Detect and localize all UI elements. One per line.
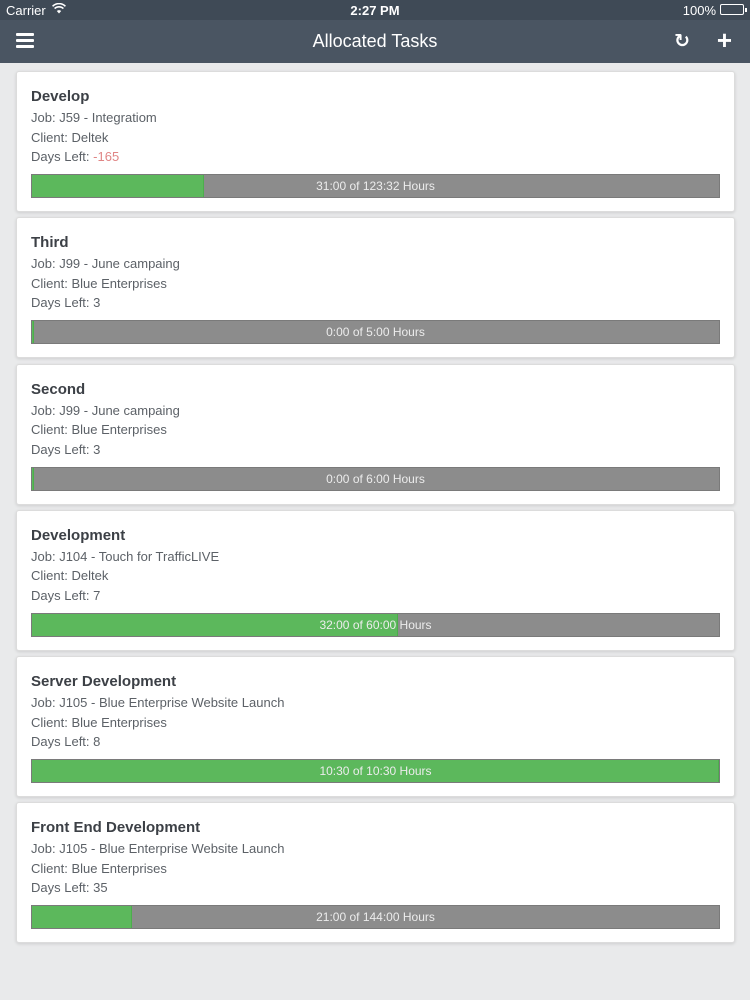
task-card[interactable]: Development Job: J104 - Touch for Traffi… [16,509,735,651]
battery-icon [720,4,747,15]
task-card[interactable]: Develop Job: J59 - Integratiom Client: D… [16,71,735,212]
task-card[interactable]: Front End Development Job: J105 - Blue E… [16,802,735,944]
task-name: Front End Development [31,819,201,837]
task-days-left: Days Left: 8 [31,734,101,750]
task-card[interactable]: Second Job: J99 - June campaing Client: … [16,363,735,505]
task-client: Client: Deltek [31,129,109,145]
hours-progress-bar: 10:30 of 10:30 Hours [31,759,720,784]
task-days-left: Days Left: 3 [31,295,101,311]
page-title: Allocated Tasks [312,31,438,51]
task-job: Job: J105 - Blue Enterprise Website Laun… [31,695,285,711]
task-client: Client: Deltek [31,568,109,584]
task-days-left: Days Left: -165 [31,149,120,164]
hours-progress-bar: 31:00 of 123:32 Hours [31,174,720,198]
progress-label: 21:00 of 144:00 Hours [316,910,435,925]
task-list: Develop Job: J59 - Integratiom Client: D… [16,71,735,949]
progress-label: 10:30 of 10:30 Hours [319,764,432,779]
task-client: Client: Blue Enterprises [31,860,167,876]
task-job: Job: J99 - June campaing [31,402,180,418]
task-client: Client: Blue Enterprises [31,714,167,730]
task-days-left: Days Left: 7 [31,587,101,603]
task-client: Client: Blue Enterprises [31,275,167,291]
task-job: Job: J59 - Integratiom [31,110,157,125]
task-client: Client: Blue Enterprises [31,422,167,438]
task-card[interactable]: Third Job: J99 - June campaing Client: B… [16,217,735,359]
clock: 2:27 PM [350,3,400,18]
task-name: Third [31,234,69,252]
task-days-left: Days Left: 3 [31,441,101,457]
task-name: Develop [31,88,90,105]
task-job: Job: J105 - Blue Enterprise Website Laun… [31,841,285,857]
battery-percentage: 100% [682,3,716,18]
refresh-icon[interactable]: ↻ [674,30,690,53]
task-name: Second [31,380,86,398]
task-job: Job: J99 - June campaing [31,256,180,272]
nav-bar: Allocated Tasks ↻ + [0,20,750,63]
hours-progress-bar: 21:00 of 144:00 Hours [31,905,720,930]
progress-label: 0:00 of 5:00 Hours [326,325,425,340]
progress-label: 32:00 of 60:00 Hours [319,617,432,632]
hours-progress-bar: 0:00 of 5:00 Hours [31,320,720,345]
task-days-left: Days Left: 35 [31,880,108,896]
status-bar: Carrier 2:27 PM 100% [0,0,750,20]
task-name: Server Development [31,673,177,691]
task-job: Job: J104 - Touch for TrafficLIVE [31,548,220,564]
task-card[interactable]: Server Development Job: J105 - Blue Ente… [16,656,735,798]
progress-label: 31:00 of 123:32 Hours [316,179,435,193]
hours-progress-bar: 0:00 of 6:00 Hours [31,466,720,491]
hours-progress-bar: 32:00 of 60:00 Hours [31,612,720,637]
task-name: Development [31,526,126,544]
plus-icon[interactable]: + [717,25,732,56]
progress-label: 0:00 of 6:00 Hours [326,471,425,486]
